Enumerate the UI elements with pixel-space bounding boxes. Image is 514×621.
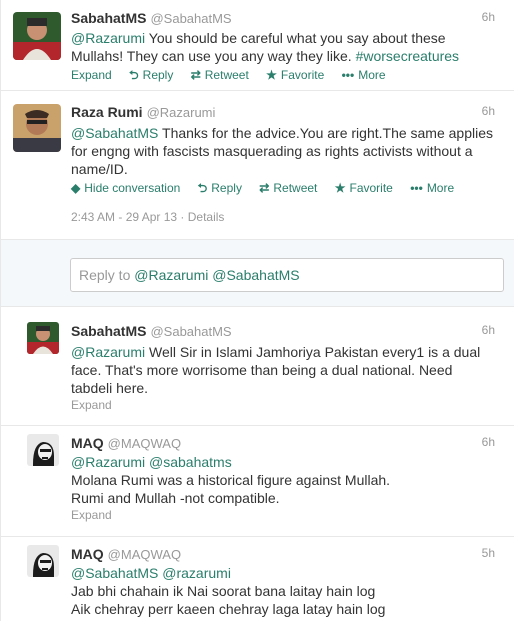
avatar[interactable] <box>27 434 59 466</box>
more-dots-icon: ••• <box>410 181 423 195</box>
full-timestamp[interactable]: 2:43 AM - 29 Apr 13 <box>71 210 177 224</box>
retweet-button[interactable]: ⇄ Retweet <box>259 181 317 195</box>
tweet-text: @Razarumi Well Sir in Islami Jamhoriya P… <box>71 344 481 396</box>
screenname[interactable]: @Razarumi <box>147 105 216 120</box>
avatar[interactable] <box>13 12 61 60</box>
tweet-timeline: SabahatMS @SabahatMS 6h @Razarumi You sho… <box>0 0 514 621</box>
fullname[interactable]: MAQ <box>71 546 104 562</box>
more-button[interactable]: ••• More <box>342 68 386 82</box>
tweet-header: MAQ @MAQWAQ 5h <box>71 546 495 564</box>
tweet-header: SabahatMS @SabahatMS 6h <box>71 10 495 28</box>
mention-link[interactable]: @Razarumi <box>71 30 145 46</box>
retweet-icon: ⇄ <box>259 181 270 195</box>
screenname[interactable]: @MAQWAQ <box>108 436 181 451</box>
avatar[interactable] <box>13 104 61 152</box>
tweet-meta: 2:43 AM - 29 Apr 13 · Details <box>71 210 225 224</box>
tweet-razarumi[interactable]: Raza Rumi @Razarumi 6h @SabahatMS Thanks … <box>1 92 514 240</box>
fullname[interactable]: SabahatMS <box>71 323 146 339</box>
reply-box-container: Reply to @Razarumi @SabahatMS <box>1 240 514 307</box>
reply-button[interactable]: ⮌ Reply <box>129 66 173 87</box>
timestamp[interactable]: 6h <box>482 435 495 449</box>
tweet-header: Raza Rumi @Razarumi 6h <box>71 104 495 122</box>
tweet-actions: ◆ Hide conversation ⮌ Reply ⇄ Retweet ★ Favo… <box>71 179 495 195</box>
reply-icon: ⮌ <box>129 68 139 82</box>
hide-conversation-button[interactable]: ◆ Hide conversation <box>71 181 180 195</box>
timestamp[interactable]: 6h <box>482 10 495 24</box>
star-icon: ★ <box>334 181 346 195</box>
avatar[interactable] <box>27 545 59 577</box>
tweet-text: @Razarumi @sabahatms Molana Rumi was a h… <box>71 454 391 506</box>
reply-button[interactable]: ⮌ Reply <box>198 179 242 200</box>
timestamp[interactable]: 6h <box>482 104 495 118</box>
tweet-text: @SabahatMS Thanks for the advice.You are… <box>71 125 494 177</box>
expand-button[interactable]: Expand <box>71 68 112 82</box>
star-icon: ★ <box>266 68 277 82</box>
fullname[interactable]: Raza Rumi <box>71 104 143 120</box>
reply-input[interactable]: Reply to @Razarumi @SabahatMS <box>70 258 504 292</box>
reply-sabahatms[interactable]: SabahatMS @SabahatMS 6h @Razarumi Well Si… <box>1 308 514 426</box>
timestamp[interactable]: 5h <box>482 546 495 560</box>
screenname[interactable]: @SabahatMS <box>150 324 231 339</box>
retweet-button[interactable]: ⇄ Retweet <box>191 68 249 82</box>
more-button[interactable]: ••• More <box>410 181 454 195</box>
details-link[interactable]: Details <box>188 210 225 224</box>
retweet-icon: ⇄ <box>190 68 201 82</box>
favorite-button[interactable]: ★ Favorite <box>266 68 324 82</box>
tweet-header: SabahatMS @SabahatMS 6h <box>71 323 495 341</box>
fullname[interactable]: SabahatMS <box>71 10 146 26</box>
favorite-button[interactable]: ★ Favorite <box>335 181 393 195</box>
tweet-actions: Expand ⮌ Reply ⇄ Retweet ★ Favorite ••• More <box>71 66 495 82</box>
reply-maq-1[interactable]: MAQ @MAQWAQ 6h @Razarumi @sabahatms Molan… <box>1 427 514 537</box>
reply-maq-2[interactable]: MAQ @MAQWAQ 5h @SabahatMS @razarumi Jab b… <box>1 538 514 621</box>
expand-button[interactable]: Expand <box>71 398 112 412</box>
tweet-sabahatms[interactable]: SabahatMS @SabahatMS 6h @Razarumi You sho… <box>1 0 514 91</box>
more-dots-icon: ••• <box>341 68 355 82</box>
avatar[interactable] <box>27 322 59 354</box>
timestamp[interactable]: 6h <box>482 323 495 337</box>
mention-link[interactable]: @SabahatMS @razarumi <box>71 565 231 581</box>
mention-link[interactable]: @Razarumi <box>71 344 145 360</box>
screenname[interactable]: @MAQWAQ <box>108 547 181 562</box>
screenname[interactable]: @SabahatMS <box>150 11 231 26</box>
hashtag-link[interactable]: #worsecreatures <box>356 48 460 64</box>
expand-button[interactable]: Expand <box>71 508 112 522</box>
triangle-up-icon: ◆ <box>71 181 81 195</box>
reply-icon: ⮌ <box>197 181 208 195</box>
fullname[interactable]: MAQ <box>71 435 104 451</box>
tweet-text: @Razarumi You should be careful what you… <box>71 30 460 64</box>
tweet-header: MAQ @MAQWAQ 6h <box>71 435 495 453</box>
mention-link[interactable]: @Razarumi @sabahatms <box>71 454 232 470</box>
tweet-text: @SabahatMS @razarumi Jab bhi chahain ik … <box>71 565 386 617</box>
mention-link[interactable]: @SabahatMS <box>71 125 158 141</box>
